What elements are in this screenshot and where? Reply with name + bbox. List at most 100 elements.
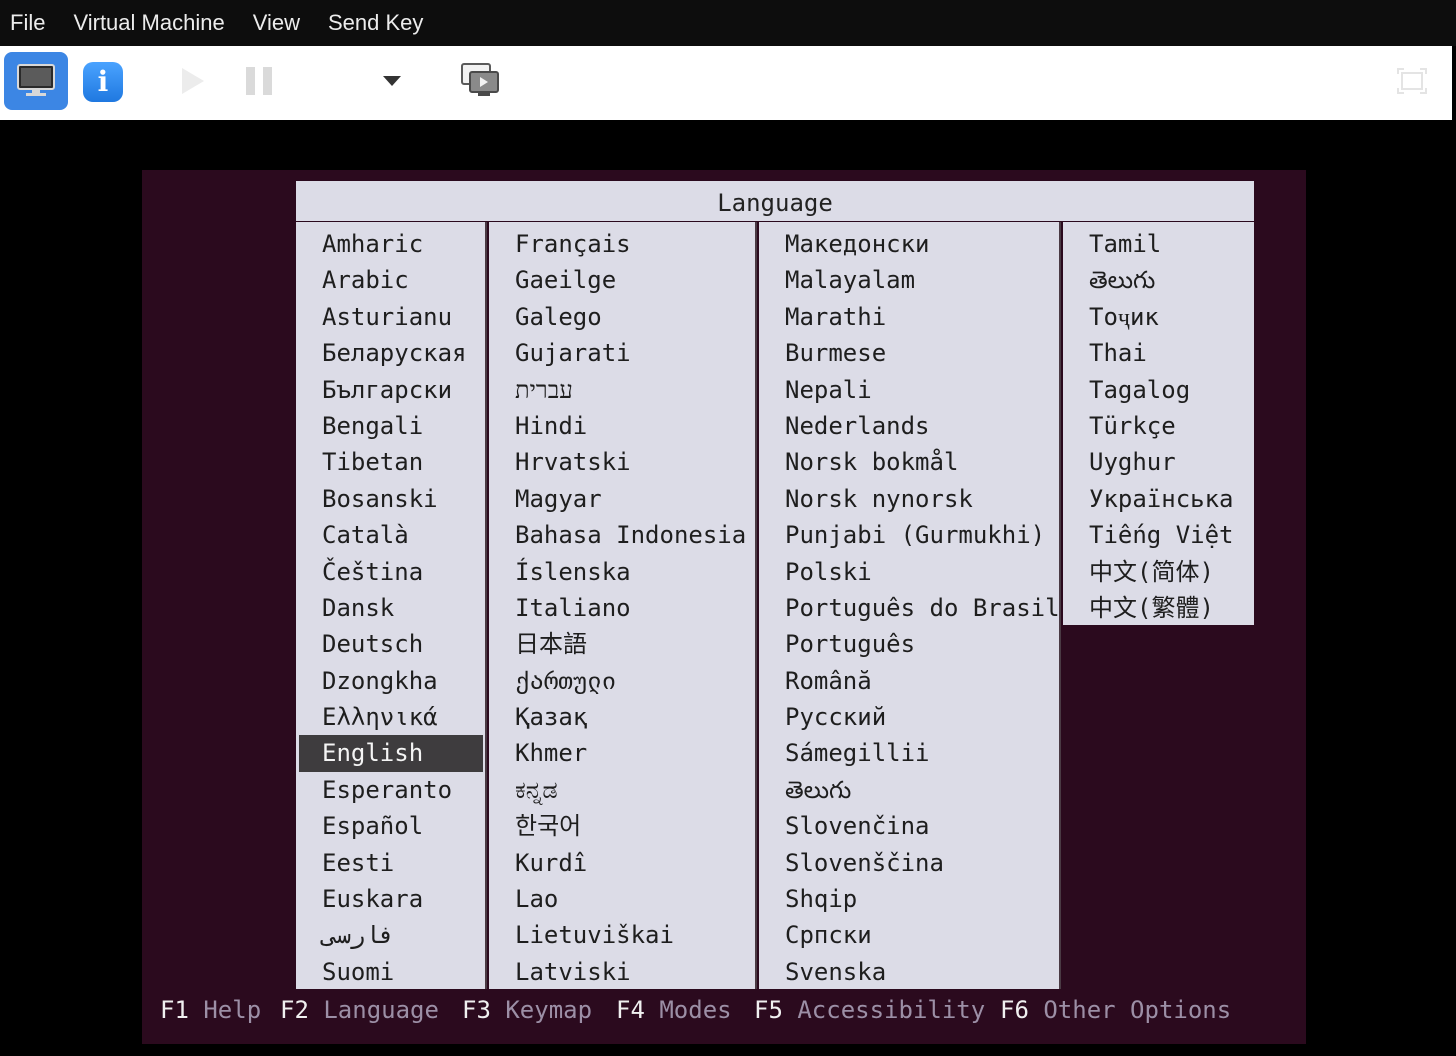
language-option[interactable]: Català [296,517,485,553]
play-icon [182,68,204,94]
fkey-language[interactable]: F2 Language [280,990,439,1030]
language-option[interactable]: Română [759,663,1059,699]
language-option[interactable]: Tibetan [296,444,485,480]
language-option[interactable]: Norsk bokmål [759,444,1059,480]
language-option[interactable]: 日本語 [489,626,755,662]
language-option[interactable]: Suomi [296,954,485,990]
language-option[interactable]: Italiano [489,590,755,626]
fkey-other-options[interactable]: F6 Other Options [1000,990,1231,1030]
language-option[interactable]: Burmese [759,335,1059,371]
language-option[interactable]: Hrvatski [489,444,755,480]
language-option[interactable]: Latviski [489,954,755,990]
language-option[interactable]: Ελληνικά [296,699,485,735]
language-option[interactable]: Українська [1063,481,1254,517]
language-option[interactable]: Slovenčina [759,808,1059,844]
language-option[interactable]: ქართული [489,663,755,699]
language-option[interactable]: Shqip [759,881,1059,917]
language-option[interactable]: Hindi [489,408,755,444]
shutdown-dropdown-button[interactable] [360,52,420,110]
language-option[interactable]: Gaeilge [489,262,755,298]
language-option[interactable]: Gujarati [489,335,755,371]
fullscreen-button[interactable] [1380,52,1444,110]
language-option[interactable]: Čeština [296,554,485,590]
language-option[interactable]: Esperanto [296,772,485,808]
language-option[interactable]: Беларуская [296,335,485,371]
menu-virtual-machine[interactable]: Virtual Machine [59,0,238,46]
menu-file[interactable]: File [0,0,59,46]
fullscreen-icon [1397,68,1427,94]
language-option[interactable]: Македонски [759,226,1059,262]
language-column-3: Македонски Malayalam Marathi Burmese Nepali N… [759,222,1061,989]
language-option[interactable]: Deutsch [296,626,485,662]
language-option[interactable]: Français [489,226,755,262]
snapshots-button[interactable] [448,52,512,110]
language-option[interactable]: Magyar [489,481,755,517]
language-option[interactable]: Íslenska [489,554,755,590]
language-option[interactable]: ಕನ್ನಡ [489,772,755,808]
fkey-help[interactable]: F1 Help [160,990,261,1030]
language-option[interactable]: Tamil [1063,226,1254,262]
language-option[interactable]: Nederlands [759,408,1059,444]
language-option[interactable]: Kurdî [489,845,755,881]
language-option[interactable]: 한국어 [489,808,755,844]
run-button[interactable] [160,52,224,110]
menu-send-key[interactable]: Send Key [314,0,437,46]
language-option[interactable]: Bahasa Indonesia [489,517,755,553]
language-option[interactable]: Malayalam [759,262,1059,298]
language-option[interactable]: Türkçe [1063,408,1254,444]
language-option[interactable]: Lietuviškai [489,917,755,953]
language-option[interactable]: Galego [489,299,755,335]
language-option[interactable]: Polski [759,554,1059,590]
fkey-accessibility[interactable]: F5 Accessibility [754,990,985,1030]
language-option[interactable]: తెలుగు [759,772,1059,808]
language-option[interactable]: Tiếng Việt [1063,517,1254,553]
language-option[interactable]: Српски [759,917,1059,953]
language-option[interactable]: Bosanski [296,481,485,517]
language-option[interactable]: 中文(繁體) [1063,590,1254,626]
language-option[interactable]: Asturianu [296,299,485,335]
language-option[interactable]: తెలుగు [1063,262,1254,298]
console-view-button[interactable] [4,52,68,110]
language-option[interactable]: Tagalog [1063,372,1254,408]
language-option[interactable]: עברית [489,372,755,408]
language-option[interactable]: Nepali [759,372,1059,408]
language-option[interactable]: Eesti [296,845,485,881]
menu-view[interactable]: View [239,0,314,46]
language-column-1: Amharic Arabic Asturianu Беларуская Българск… [296,222,487,989]
pause-button[interactable] [228,52,292,110]
language-column-4: Tamil తెలుగు Тоҷик Thai Tagalog Türkçe Uyghur У… [1063,222,1254,625]
language-option[interactable]: Norsk nynorsk [759,481,1059,517]
language-option[interactable]: Русский [759,699,1059,735]
fkey-modes[interactable]: F4 Modes [616,990,732,1030]
screens-icon [461,63,499,96]
fkey-keymap[interactable]: F3 Keymap [462,990,592,1030]
language-option[interactable]: Arabic [296,262,485,298]
language-option[interactable]: Тоҷик [1063,299,1254,335]
language-option[interactable]: Punjabi (Gurmukhi) [759,517,1059,553]
pause-icon [246,67,272,95]
language-option[interactable]: Português do Brasil [759,590,1059,626]
language-option[interactable]: Dansk [296,590,485,626]
language-option[interactable]: Uyghur [1063,444,1254,480]
chevron-down-icon [383,76,401,86]
language-option[interactable]: Български [296,372,485,408]
language-option[interactable]: Bengali [296,408,485,444]
details-button[interactable]: i [72,52,136,110]
language-option[interactable]: Amharic [296,226,485,262]
language-option[interactable]: Marathi [759,299,1059,335]
language-option[interactable]: Khmer [489,735,755,771]
language-option[interactable]: Euskara [296,881,485,917]
language-option[interactable]: English [299,735,483,772]
language-option[interactable]: Svenska [759,954,1059,990]
language-option[interactable]: Dzongkha [296,663,485,699]
language-option[interactable]: Sámegillii [759,735,1059,771]
language-option[interactable]: Thai [1063,335,1254,371]
language-option[interactable]: 中文(简体) [1063,554,1254,590]
language-option[interactable]: فارسی [296,917,485,953]
language-option[interactable]: Español [296,808,485,844]
language-option[interactable]: Português [759,626,1059,662]
language-option[interactable]: Lao [489,881,755,917]
language-option[interactable]: Slovenščina [759,845,1059,881]
vm-console-screen[interactable]: Language Amharic Arabic Asturianu Беларуска… [142,170,1306,1044]
language-option[interactable]: Қазақ [489,699,755,735]
